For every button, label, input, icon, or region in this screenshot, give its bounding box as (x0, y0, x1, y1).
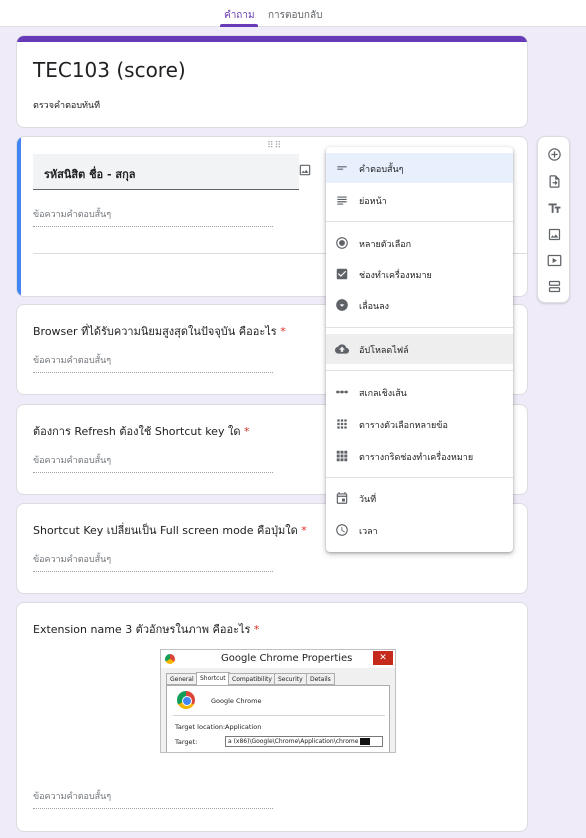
menu-divider (326, 327, 513, 328)
tab-responses[interactable]: การตอบกลับ (268, 8, 322, 23)
add-question-icon[interactable] (547, 147, 562, 162)
add-image-icon[interactable] (547, 227, 562, 242)
menu-item-label: ตารางตัวเลือกหลายข้อ (359, 421, 448, 431)
dialog-divider (173, 715, 385, 716)
question-type-menu: คำตอบสั้นๆ ย่อหน้า หลายตัวเลือก ช่องทำเค… (326, 147, 513, 552)
dialog-tab-shortcut: Shortcut (196, 672, 230, 685)
add-section-icon[interactable] (547, 279, 562, 294)
question-title: Extension name 3 ตัวอักษรในภาพ คืออะไร * (33, 620, 259, 638)
menu-item-checkbox-grid[interactable]: ตารางกริดช่องทำเครื่องหมาย (326, 441, 513, 471)
menu-item-multiple-choice-grid[interactable]: ตารางตัวเลือกหลายข้อ (326, 409, 513, 439)
menu-divider (326, 221, 513, 222)
short-answer-placeholder: ข้อความคำตอบสั้นๆ (33, 453, 273, 473)
text-selection (360, 738, 371, 745)
form-description[interactable]: ตรวจคำตอบทันที (33, 98, 100, 112)
floating-toolbar (537, 136, 570, 303)
menu-item-label: เวลา (359, 527, 378, 537)
dialog-tab-general: General (166, 673, 198, 685)
chrome-logo-icon (177, 691, 195, 709)
dialog-tab-compatibility: Compatibility (228, 673, 276, 685)
question-title: Shortcut Key เปลี่ยนเป็น Full screen mod… (33, 521, 307, 539)
target-value: a (x86)\Google\Chrome\Application\chrome (228, 738, 359, 745)
menu-item-dropdown[interactable]: เลื่อนลง (326, 290, 513, 320)
dialog-tab-details: Details (306, 673, 335, 685)
dialog-title: Google Chrome Properties (221, 653, 353, 664)
linear-scale-icon (336, 390, 348, 394)
menu-item-short-answer[interactable]: คำตอบสั้นๆ (326, 153, 513, 183)
required-asterisk: * (301, 524, 307, 537)
dialog-app-name: Google Chrome (211, 697, 262, 705)
menu-item-label: คำตอบสั้นๆ (359, 165, 404, 175)
form-title[interactable]: TEC103 (score) (33, 58, 186, 82)
drag-handle-icon[interactable]: ⠿⠿ (267, 141, 282, 151)
dialog-tab-security: Security (274, 673, 307, 685)
menu-item-label: เลื่อนลง (359, 302, 390, 312)
form-title-card[interactable]: TEC103 (score) ตรวจคำตอบทันที (16, 35, 528, 128)
active-card-indicator (17, 137, 21, 296)
menu-item-paragraph[interactable]: ย่อหน้า (326, 185, 513, 215)
menu-divider (326, 370, 513, 371)
dialog-titlebar: Google Chrome Properties ✕ (161, 650, 395, 668)
required-asterisk: * (253, 623, 260, 636)
menu-item-date[interactable]: วันที่ (326, 483, 513, 513)
title-card-accent (17, 36, 527, 42)
required-asterisk: * (243, 425, 250, 438)
question-title: ต้องการ Refresh ต้องใช้ Shortcut key ใด … (33, 422, 249, 440)
question-title-text: Extension name 3 ตัวอักษรในภาพ คืออะไร (33, 623, 251, 636)
chrome-logo-icon (165, 654, 175, 664)
paragraph-icon (337, 196, 347, 205)
menu-item-multiple-choice[interactable]: หลายตัวเลือก (326, 228, 513, 258)
cloud-upload-icon (335, 344, 349, 354)
checkbox-icon (336, 268, 348, 280)
menu-item-checkboxes[interactable]: ช่องทำเครื่องหมาย (326, 259, 513, 289)
target-label: Target: (175, 738, 198, 746)
question-title-text: Shortcut Key เปลี่ยนเป็น Full screen mod… (33, 524, 298, 537)
dropdown-icon (336, 299, 348, 311)
grid-icon (337, 419, 347, 429)
top-tab-bar: คำถาม การตอบกลับ (0, 0, 586, 27)
question-title-text: ต้องการ Refresh ต้องใช้ Shortcut key ใด (33, 425, 241, 438)
question-title: Browser ที่ได้รับความนิยมสูงสุดในปัจจุบั… (33, 322, 286, 340)
short-answer-placeholder: ข้อความคำตอบสั้นๆ (33, 789, 273, 809)
question-title-text: รหัสนิสิต ชื่อ - สกุล (44, 168, 136, 181)
target-field: a (x86)\Google\Chrome\Application\chrome (225, 736, 383, 747)
question-title-input[interactable]: รหัสนิสิต ชื่อ - สกุล (33, 154, 299, 190)
short-answer-placeholder: ข้อความคำตอบสั้นๆ (33, 207, 273, 227)
short-answer-placeholder: ข้อความคำตอบสั้นๆ (33, 353, 273, 373)
menu-item-label: หลายตัวเลือก (359, 240, 412, 250)
active-tab-indicator (220, 24, 258, 27)
menu-item-label: วันที่ (359, 495, 377, 505)
question-title-text: Browser ที่ได้รับความนิยมสูงสุดในปัจจุบั… (33, 325, 277, 338)
dialog-panel: Google Chrome Target location: Applicati… (166, 685, 390, 752)
menu-item-label: ช่องทำเครื่องหมาย (359, 271, 432, 281)
short-answer-placeholder: ข้อความคำตอบสั้นๆ (33, 552, 273, 572)
clock-icon (336, 524, 348, 536)
add-image-icon[interactable] (298, 163, 312, 177)
menu-item-label: ย่อหน้า (359, 197, 387, 207)
short-answer-icon (337, 166, 347, 170)
target-location-label: Target location: (175, 723, 226, 731)
add-title-icon[interactable] (547, 201, 562, 216)
menu-item-time[interactable]: เวลา (326, 515, 513, 545)
question-card[interactable]: Extension name 3 ตัวอักษรในภาพ คืออะไร *… (16, 602, 528, 832)
checkbox-grid-icon (336, 450, 348, 462)
close-icon: ✕ (373, 651, 393, 665)
menu-item-label: ตารางกริดช่องทำเครื่องหมาย (359, 453, 474, 463)
menu-item-file-upload[interactable]: อัปโหลดไฟล์ (326, 334, 513, 364)
target-location-value: Application (225, 723, 262, 731)
tab-questions[interactable]: คำถาม (224, 8, 255, 23)
menu-item-linear-scale[interactable]: สเกลเชิงเส้น (326, 377, 513, 407)
import-questions-icon[interactable] (547, 174, 562, 189)
radio-icon (336, 237, 348, 249)
menu-item-label: อัปโหลดไฟล์ (359, 346, 409, 356)
menu-item-label: สเกลเชิงเส้น (359, 389, 407, 399)
menu-divider (326, 477, 513, 478)
question-image: Google Chrome Properties ✕ General Short… (160, 649, 396, 753)
calendar-icon (336, 492, 348, 504)
required-asterisk: * (280, 325, 286, 338)
add-video-icon[interactable] (547, 253, 562, 268)
